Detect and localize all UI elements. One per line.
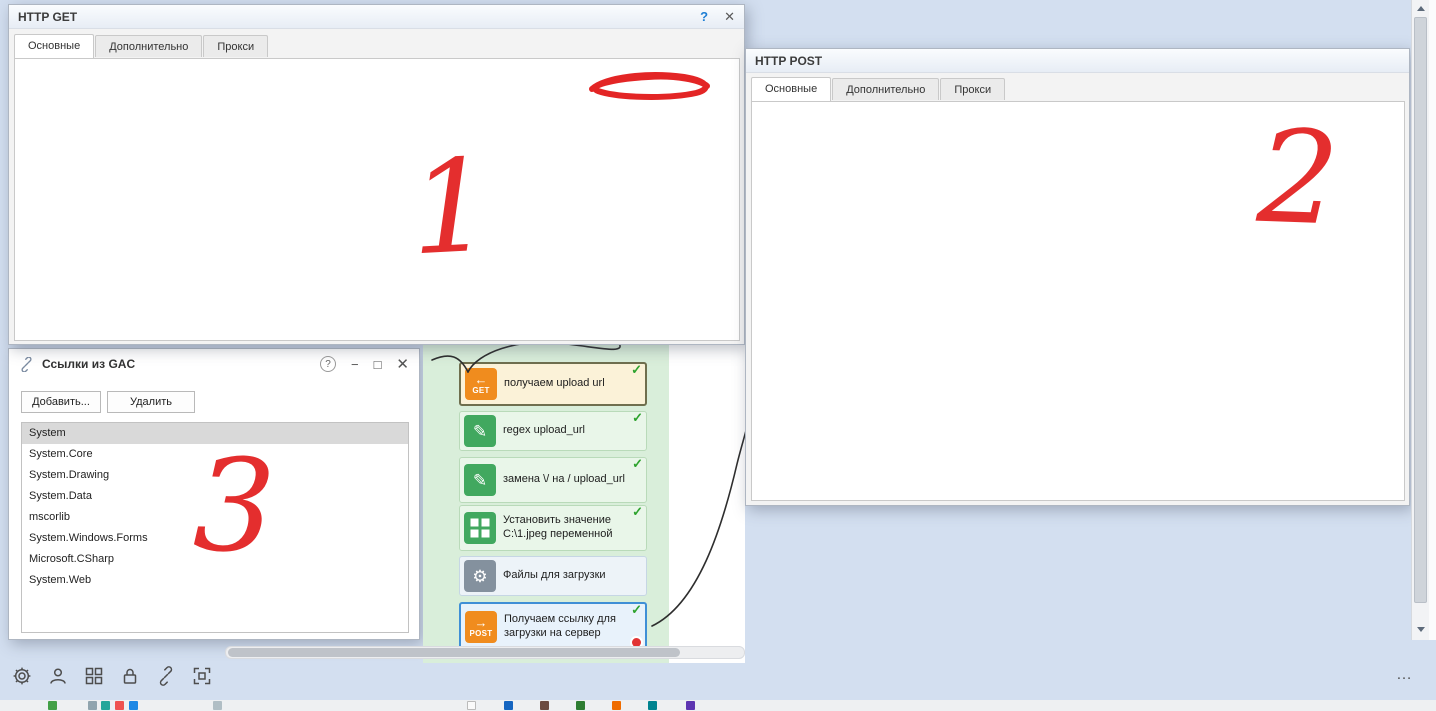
arrow-right-icon: → <box>475 616 488 629</box>
flow-block-http-get[interactable]: ← GET получаем upload url ✓ <box>459 362 647 406</box>
list-item[interactable]: System.Core <box>22 444 408 465</box>
http-post-window-title: HTTP POST <box>755 54 822 68</box>
taskbar-item[interactable] <box>648 701 657 710</box>
list-item[interactable]: System.Web <box>22 570 408 591</box>
vertical-scrollbar[interactable] <box>1411 0 1429 640</box>
right-edge-strip <box>1429 0 1436 640</box>
http-post-titlebar[interactable]: HTTP POST <box>746 49 1409 73</box>
scroll-up-button[interactable] <box>1412 0 1429 16</box>
list-item[interactable]: mscorlib <box>22 507 408 528</box>
tab-proksi[interactable]: Прокси <box>940 78 1005 100</box>
gear-icon: ⚙ <box>464 560 496 592</box>
flow-canvas[interactable]: ← GET получаем upload url ✓ ✎ regex uplo… <box>423 345 745 663</box>
block-label: замена \/ на / upload_url <box>503 473 625 487</box>
taskbar-strip <box>0 700 1436 711</box>
http-get-window-title: HTTP GET <box>18 10 77 24</box>
minimize-icon[interactable]: − <box>351 357 359 372</box>
tab-osnovnye[interactable]: Основные <box>14 34 94 58</box>
taskbar-item[interactable] <box>129 701 138 710</box>
arrow-left-icon: ← <box>475 373 488 386</box>
gac-add-button[interactable]: Добавить... <box>21 391 101 413</box>
taskbar-item[interactable] <box>686 701 695 710</box>
pencil-icon: ✎ <box>464 415 496 447</box>
apps-grid-icon[interactable] <box>82 664 106 688</box>
desktop: ← GET получаем upload url ✓ ✎ regex uplo… <box>0 0 1436 711</box>
fit-screen-icon[interactable] <box>190 664 214 688</box>
vertical-scrollbar-thumb[interactable] <box>1414 17 1427 603</box>
taskbar-item[interactable] <box>467 701 476 710</box>
grid-icon <box>464 512 496 544</box>
taskbar-item[interactable] <box>101 701 110 710</box>
tab-osnovnye[interactable]: Основные <box>751 77 831 101</box>
flow-block-http-post[interactable]: → POST Получаем ссылку для загрузки на с… <box>459 602 647 652</box>
flow-block-regex[interactable]: ✎ regex upload_url ✓ <box>459 411 647 451</box>
flow-block-set-value[interactable]: Установить значение C:\1.jpeg переменной… <box>459 505 647 551</box>
block-label: Получаем ссылку для загрузки на сервер <box>504 613 639 641</box>
block-label: Установить значение C:\1.jpeg переменной <box>503 514 640 542</box>
link-icon <box>19 357 34 372</box>
gac-window: Ссылки из GAC ? − □ ✕ Добавить... Удалит… <box>8 348 420 640</box>
block-label: regex upload_url <box>503 424 585 438</box>
block-label: получаем upload url <box>504 377 605 391</box>
taskbar-item[interactable] <box>540 701 549 710</box>
taskbar-item[interactable] <box>213 701 222 710</box>
scroll-down-button[interactable] <box>1412 622 1429 638</box>
success-check-icon: ✓ <box>632 410 643 426</box>
taskbar-item[interactable] <box>48 701 57 710</box>
help-icon[interactable]: ? <box>320 356 336 372</box>
bottom-toolbar <box>10 664 214 688</box>
horizontal-scrollbar-thumb[interactable] <box>228 648 680 657</box>
list-item[interactable]: Microsoft.CSharp <box>22 549 408 570</box>
taskbar-item[interactable] <box>576 701 585 710</box>
lock-icon[interactable] <box>118 664 142 688</box>
horizontal-scrollbar[interactable] <box>225 646 745 659</box>
pencil-icon: ✎ <box>464 464 496 496</box>
http-get-titlebar[interactable]: HTTP GET ? ✕ <box>9 5 744 29</box>
settings-gear-icon[interactable] <box>10 664 34 688</box>
success-check-icon: ✓ <box>631 362 642 378</box>
overflow-menu[interactable]: … <box>1396 666 1412 684</box>
list-item[interactable]: System <box>22 423 408 444</box>
help-icon[interactable]: ? <box>700 9 708 24</box>
gac-remove-button[interactable]: Удалить <box>107 391 195 413</box>
http-post-icon: → POST <box>465 611 497 643</box>
gac-titlebar[interactable]: Ссылки из GAC ? − □ ✕ <box>9 349 419 379</box>
taskbar-item[interactable] <box>612 701 621 710</box>
http-get-icon: ← GET <box>465 368 497 400</box>
http-get-window: HTTP GET ? ✕ Основные Дополнительно Прок… <box>8 4 745 345</box>
gac-window-title: Ссылки из GAC <box>42 357 135 371</box>
tab-proksi[interactable]: Прокси <box>203 35 268 57</box>
gac-assembly-list: System System.Core System.Drawing System… <box>21 422 409 633</box>
tab-dopolnitelno[interactable]: Дополнительно <box>832 78 939 100</box>
tab-dopolnitelno[interactable]: Дополнительно <box>95 35 202 57</box>
success-check-icon: ✓ <box>632 504 643 520</box>
maximize-icon[interactable]: □ <box>374 357 382 372</box>
list-item[interactable]: System.Windows.Forms <box>22 528 408 549</box>
close-icon[interactable]: ✕ <box>724 9 735 25</box>
success-check-icon: ✓ <box>632 456 643 472</box>
taskbar-item[interactable] <box>115 701 124 710</box>
close-icon[interactable]: ✕ <box>396 355 409 373</box>
success-check-icon: ✓ <box>631 602 642 618</box>
list-item[interactable]: System.Data <box>22 486 408 507</box>
flow-block-files[interactable]: ⚙ Файлы для загрузки <box>459 556 647 596</box>
block-label: Файлы для загрузки <box>503 569 606 583</box>
link-icon[interactable] <box>154 664 178 688</box>
list-item[interactable]: System.Drawing <box>22 465 408 486</box>
http-post-window: HTTP POST Основные Дополнительно Прокси … <box>745 48 1410 506</box>
taskbar-item[interactable] <box>504 701 513 710</box>
flow-block-replace[interactable]: ✎ замена \/ на / upload_url ✓ <box>459 457 647 503</box>
user-icon[interactable] <box>46 664 70 688</box>
taskbar-item[interactable] <box>88 701 97 710</box>
